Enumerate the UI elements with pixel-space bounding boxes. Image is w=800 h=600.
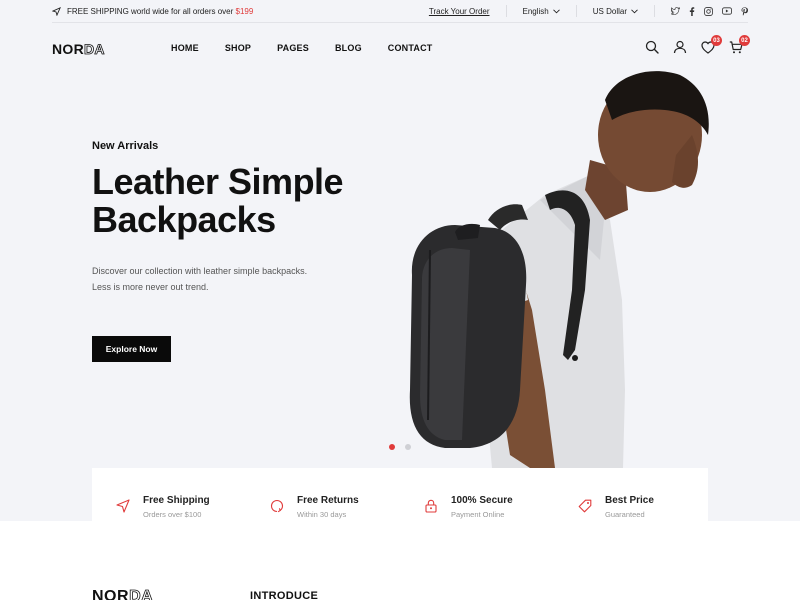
cart-button[interactable]: 02: [728, 35, 750, 56]
track-order-link[interactable]: Track Your Order: [429, 7, 506, 16]
feature-title: Best Price: [605, 495, 654, 506]
feature-subtitle: Payment Online: [451, 510, 505, 519]
shipping-notice: FREE SHIPPING world wide for all orders …: [52, 7, 253, 16]
search-icon: [645, 40, 659, 54]
chevron-down-icon: [552, 8, 560, 13]
feature-title: 100% Secure: [451, 495, 513, 506]
hero-headline-line-1: Leather Simple: [92, 161, 344, 202]
nav-item-pages[interactable]: PAGES: [277, 43, 309, 53]
nav-item-blog[interactable]: BLOG: [335, 43, 362, 53]
feature-title: Free Returns: [297, 495, 359, 506]
cart-count-badge: 02: [739, 35, 750, 46]
hero-eyebrow: New Arrivals: [92, 140, 159, 152]
instagram-icon[interactable]: [704, 6, 713, 16]
feature-subtitle: Orders over $100: [143, 510, 202, 519]
hero-description-line-1: Discover our collection with leather sim…: [92, 266, 308, 276]
shipping-amount: $199: [235, 6, 254, 16]
chevron-down-icon: [631, 8, 638, 13]
top-bar: FREE SHIPPING world wide for all orders …: [52, 0, 748, 22]
nav-item-shop[interactable]: SHOP: [225, 43, 251, 53]
paper-plane-icon: [116, 499, 130, 513]
user-icon: [673, 40, 687, 54]
account-button[interactable]: [672, 38, 688, 56]
feature-free-shipping: Free Shipping Orders over $100: [92, 468, 246, 521]
wishlist-button[interactable]: 03: [700, 35, 722, 56]
return-icon: [270, 499, 284, 513]
top-bar-divider: [52, 22, 748, 23]
feature-subtitle: Guaranteed: [605, 510, 645, 519]
slider-dot-2[interactable]: [405, 444, 411, 450]
feature-best-price: Best Price Guaranteed: [554, 468, 708, 521]
hero-description-line-2: Less is more never out trend.: [92, 282, 209, 292]
pinterest-icon[interactable]: [741, 6, 748, 16]
footer-heading-introduce: INTRODUCE: [250, 590, 319, 600]
footer-logo[interactable]: NORDA: [92, 588, 153, 600]
nav-item-contact[interactable]: CONTACT: [388, 43, 433, 53]
nav-item-home[interactable]: HOME: [171, 43, 199, 53]
facebook-icon[interactable]: [689, 6, 695, 16]
youtube-icon[interactable]: [722, 7, 732, 15]
explore-now-button[interactable]: Explore Now: [92, 336, 171, 362]
hero-image-man-with-backpack: [409, 71, 709, 468]
feature-subtitle: Within 30 days: [297, 510, 347, 519]
feature-free-returns: Free Returns Within 30 days: [246, 468, 400, 521]
hero-headline: Leather Simple Backpacks: [92, 163, 412, 239]
slider-dots: [389, 444, 411, 450]
paper-plane-icon: [52, 6, 61, 16]
page: FREE SHIPPING world wide for all orders …: [0, 0, 800, 600]
wishlist-count-badge: 03: [711, 35, 722, 46]
currency-value: US Dollar: [592, 6, 627, 16]
language-value: English: [522, 6, 549, 16]
hero-description: Discover our collection with leather sim…: [92, 263, 392, 295]
feature-secure-payment: 100% Secure Payment Online: [400, 468, 554, 521]
top-bar-right: Track Your Order English US Dollar: [429, 0, 748, 22]
header-actions: 03 02: [644, 35, 750, 56]
shipping-text: FREE SHIPPING world wide for all orders …: [67, 6, 254, 16]
main-nav: HOME SHOP PAGES BLOG CONTACT: [171, 43, 433, 53]
currency-select[interactable]: US Dollar: [575, 5, 654, 17]
logo[interactable]: NORDA: [52, 41, 105, 58]
twitter-icon[interactable]: [671, 7, 680, 15]
language-select[interactable]: English: [505, 5, 576, 17]
search-button[interactable]: [644, 38, 660, 56]
lock-icon: [425, 499, 437, 513]
slider-dot-1[interactable]: [389, 444, 395, 450]
price-tag-icon: [578, 499, 592, 513]
social-links: [654, 5, 748, 17]
hero-headline-line-2: Backpacks: [92, 199, 276, 240]
feature-title: Free Shipping: [143, 495, 210, 506]
features-strip: Free Shipping Orders over $100 Free Retu…: [92, 468, 708, 521]
